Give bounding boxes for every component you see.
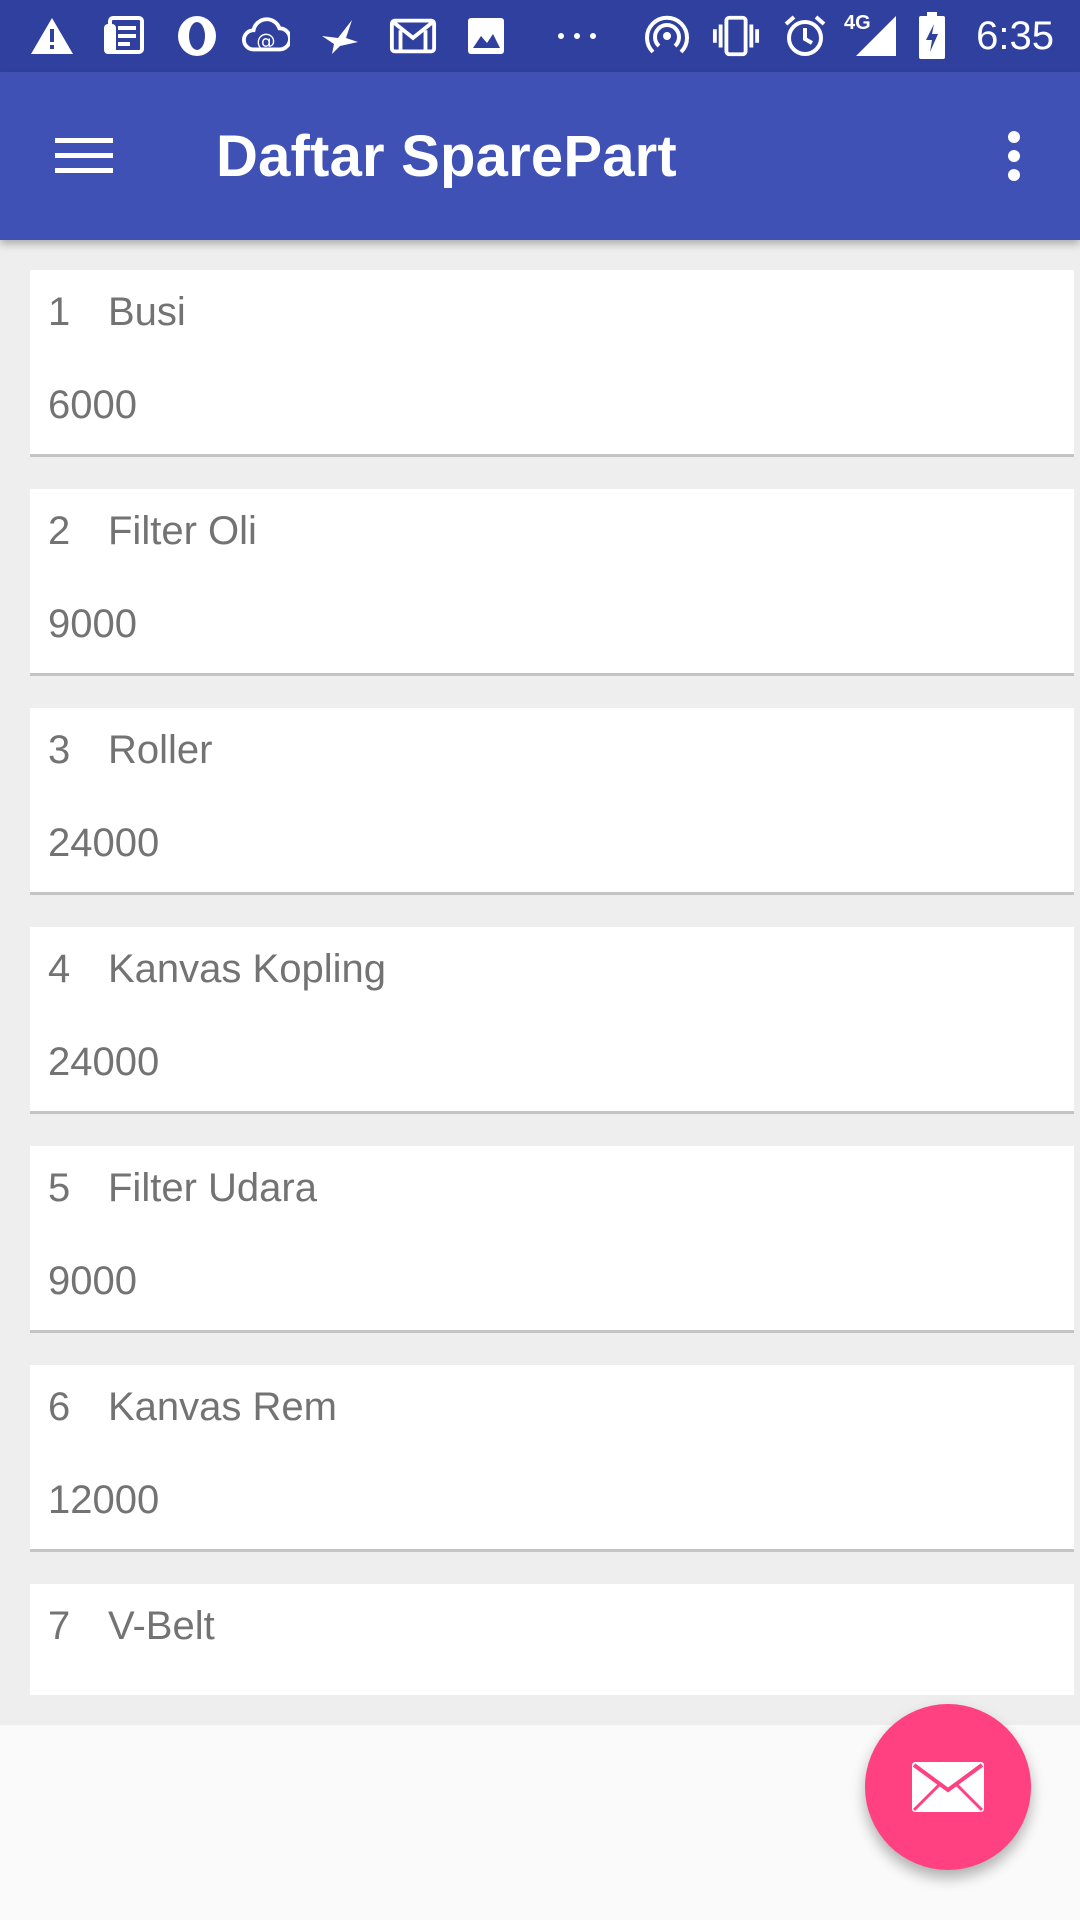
item-price: 12000: [48, 1478, 160, 1522]
item-name: Roller: [108, 728, 213, 772]
list-item[interactable]: 7 V-Belt: [30, 1584, 1074, 1695]
page-title: Daftar SparePart: [216, 124, 677, 189]
item-number: 2: [48, 509, 71, 553]
mail-fab-button[interactable]: [865, 1704, 1031, 1870]
status-bar: @ 4G 6:35: [0, 0, 1080, 72]
item-name: Kanvas Rem: [108, 1385, 337, 1429]
item-price: 9000: [48, 1259, 137, 1303]
svg-text:@: @: [256, 30, 275, 53]
app-bar: Daftar SparePart: [0, 72, 1080, 240]
item-name: Busi: [108, 290, 186, 334]
list-item[interactable]: 2 Filter Oli 9000: [30, 489, 1074, 676]
item-number: 5: [48, 1166, 71, 1210]
cloud-mail-icon: @: [242, 14, 290, 58]
item-number: 4: [48, 947, 71, 991]
gallery-icon: [462, 14, 510, 58]
item-price: 24000: [48, 1040, 160, 1084]
item-name: Filter Udara: [108, 1166, 317, 1210]
item-price: 24000: [48, 821, 160, 865]
list-item[interactable]: 6 Kanvas Rem 12000: [30, 1365, 1074, 1552]
alarm-icon: [781, 14, 829, 58]
item-number: 6: [48, 1385, 71, 1429]
item-name: Filter Oli: [108, 509, 257, 553]
more-notifications-icon: [553, 14, 601, 58]
hamburger-menu-icon: [55, 138, 113, 173]
item-price: 6000: [48, 383, 137, 427]
warning-icon: [28, 14, 76, 58]
item-number: 7: [48, 1604, 71, 1648]
signal-icon: 4G: [844, 12, 900, 58]
more-vert-icon: [1008, 131, 1020, 181]
menu-button[interactable]: [40, 112, 128, 200]
overflow-menu-button[interactable]: [970, 112, 1058, 200]
sparepart-list[interactable]: 1 Busi 6000 2 Filter Oli 9000 3 Roller 2…: [0, 240, 1080, 1725]
bird-icon: [316, 14, 364, 58]
list-item[interactable]: 5 Filter Udara 9000: [30, 1146, 1074, 1333]
item-price: 9000: [48, 602, 137, 646]
list-item[interactable]: 3 Roller 24000: [30, 708, 1074, 895]
item-number: 3: [48, 728, 71, 772]
vibrate-icon: [712, 14, 760, 58]
item-name: V-Belt: [108, 1604, 215, 1648]
gmail-icon: [389, 14, 437, 58]
item-number: 1: [48, 290, 71, 334]
list-item[interactable]: 1 Busi 6000: [30, 270, 1074, 457]
battery-charging-icon: [912, 12, 952, 59]
opera-icon: [173, 14, 221, 58]
network-type-label: 4G: [844, 12, 871, 34]
item-name: Kanvas Kopling: [108, 947, 386, 991]
mail-icon: [912, 1762, 984, 1812]
list-item[interactable]: 4 Kanvas Kopling 24000: [30, 927, 1074, 1114]
status-time: 6:35: [976, 14, 1054, 58]
hotspot-icon: [643, 14, 691, 58]
news-icon: [101, 14, 149, 58]
